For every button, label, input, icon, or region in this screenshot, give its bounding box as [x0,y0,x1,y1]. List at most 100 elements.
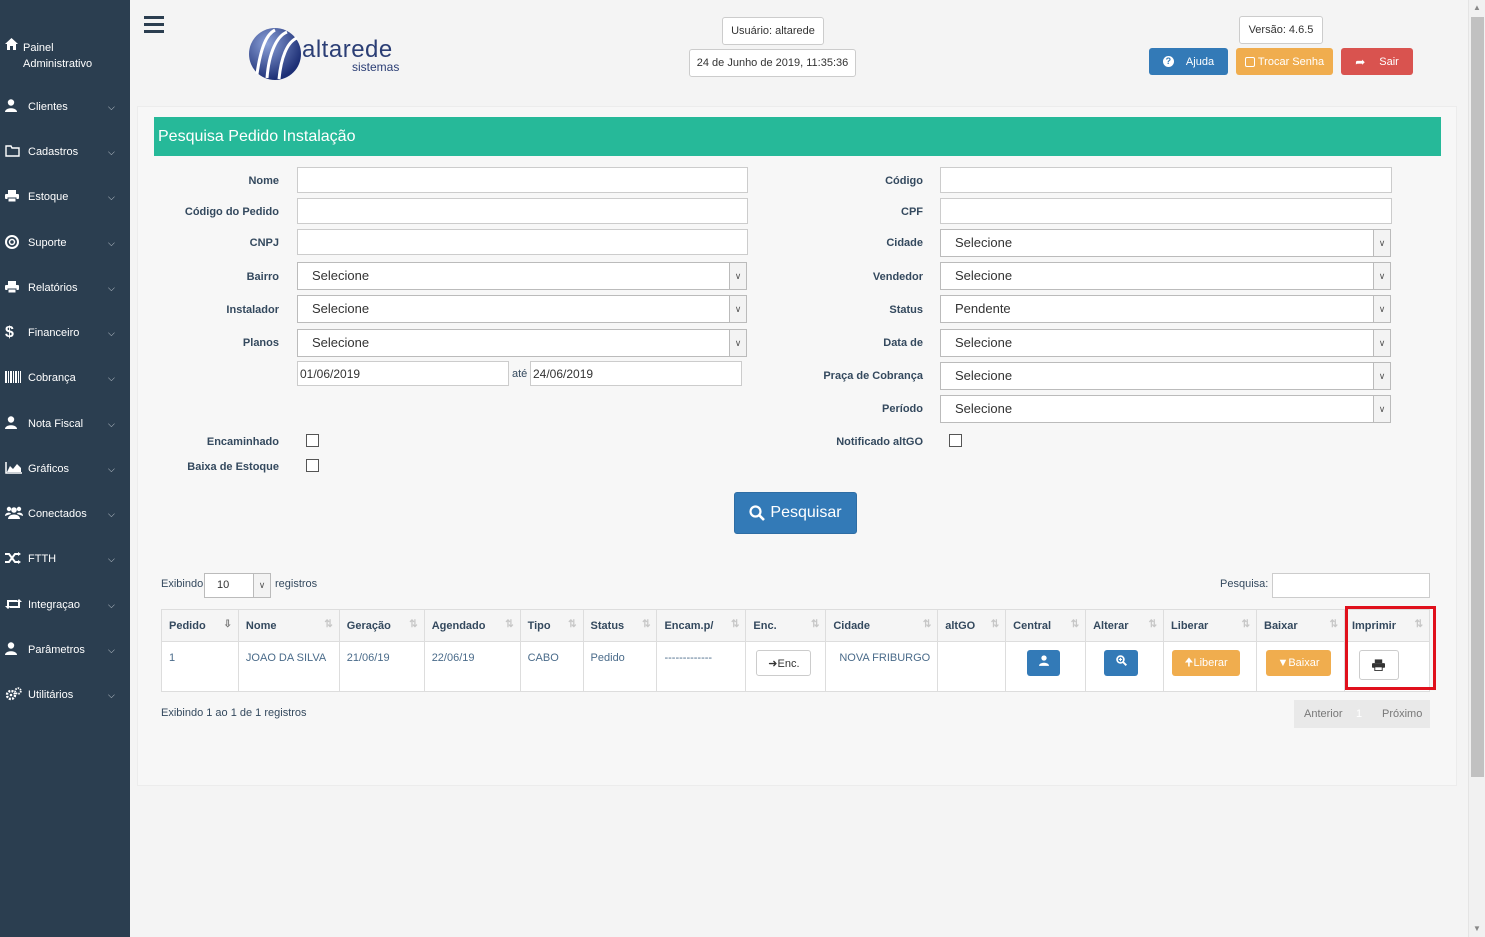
table-search-input[interactable] [1272,573,1430,598]
user-icon [0,99,28,115]
pagination-next[interactable]: Próximo [1382,708,1422,720]
sidebar-item-clientes[interactable]: Clientes ⌵ [0,96,130,118]
codigo-pedido-input[interactable] [297,198,748,224]
chevron-down-icon: ∨ [1373,363,1390,389]
col-status[interactable]: Status ⇅ [582,609,658,642]
help-button[interactable]: ? Ajuda [1149,48,1228,75]
chevron-down-icon: ⌵ [108,191,115,202]
sort-icon[interactable]: ⇅ [1071,619,1079,630]
release-button[interactable]: 🠉Liberar [1172,650,1241,676]
sort-icon[interactable]: ⇅ [568,619,576,630]
sort-icon[interactable]: ⇅ [505,619,513,630]
menu-toggle-icon[interactable] [144,16,164,37]
cidade-select[interactable]: Selecione ∨ [940,229,1391,257]
notificado-checkbox[interactable] [949,434,962,447]
encaminhado-checkbox[interactable] [306,434,319,447]
status-select[interactable]: Pendente ∨ [940,295,1391,323]
instalador-select[interactable]: Selecione ∨ [297,295,747,323]
sort-icon[interactable]: ⇅ [1415,619,1423,630]
forward-button[interactable]: ➜Enc. [756,650,812,676]
chevron-down-icon: ⌵ [108,599,115,610]
sort-asc-icon[interactable]: ⇩ [224,619,232,630]
chevron-down-icon: ⌵ [108,508,115,519]
col-agendado[interactable]: Agendado ⇅ [423,609,521,642]
codigo-input[interactable] [940,167,1392,193]
date-to-input[interactable] [530,361,742,386]
data-de-select[interactable]: Selecione ∨ [940,329,1391,357]
col-liberar[interactable]: Liberar ⇅ [1163,609,1257,642]
release-button-label: Liberar [1193,657,1228,669]
col-pedido[interactable]: Pedido ⇩ [161,609,239,642]
sidebar-item-estoque[interactable]: Estoque ⌵ [0,186,130,208]
nome-input[interactable] [297,167,748,193]
periodo-select[interactable]: Selecione ∨ [940,395,1391,423]
sidebar-item-graficos[interactable]: Gráficos ⌵ [0,458,130,480]
sidebar-item-nota-fiscal[interactable]: Nota Fiscal ⌵ [0,413,130,435]
col-altgo[interactable]: altGO ⇅ [937,609,1007,642]
sidebar-item-label: Administrativo [23,58,93,70]
col-geracao[interactable]: Geração ⇅ [338,609,425,642]
sort-icon[interactable]: ⇅ [1149,619,1157,630]
sidebar-item-integracao[interactable]: Integraçao ⌵ [0,594,130,616]
col-encam[interactable]: Encam.p/⇅ [656,609,747,642]
printer-icon [0,189,28,205]
col-alterar[interactable]: Alterar ⇅ [1085,609,1165,642]
col-cidade[interactable]: Cidade ⇅ [825,609,939,642]
logout-button[interactable]: ➦ Sair [1341,48,1413,75]
sort-icon[interactable]: ⇅ [991,619,999,630]
cell-cidade: NOVA FRIBURGO [825,641,939,692]
page-size-prefix: Exibindo [161,578,204,590]
col-enc[interactable]: Enc. ⇅ [745,609,827,642]
scrollbar-thumb[interactable] [1471,17,1484,777]
vendedor-select[interactable]: Selecione ∨ [940,262,1391,290]
col-central[interactable]: Central ⇅ [1005,609,1087,642]
bairro-select[interactable]: Selecione ∨ [297,262,747,290]
col-tipo[interactable]: Tipo ⇅ [519,609,584,642]
sort-icon[interactable]: ⇅ [642,619,650,630]
baixa-estoque-checkbox[interactable] [306,459,319,472]
chevron-down-icon: ⌵ [108,463,115,474]
sidebar-item-cobranca[interactable]: Cobrança ⌵ [0,367,130,389]
print-button[interactable] [1358,650,1399,680]
cnpj-input[interactable] [297,229,748,255]
scroll-down-icon[interactable]: ▼ [1473,924,1481,933]
edit-zoom-button[interactable] [1104,650,1139,676]
sidebar-item-cadastros[interactable]: Cadastros ⌵ [0,141,130,163]
praca-cobranca-select[interactable]: Selecione ∨ [940,362,1391,390]
central-user-button[interactable] [1027,650,1061,676]
col-baixar[interactable]: Baixar ⇅ [1256,609,1345,642]
sidebar-item-painel[interactable]: Painel Administrativo [5,38,125,72]
col-nome[interactable]: Nome ⇅ [237,609,340,642]
sidebar-item-suporte[interactable]: Suporte ⌵ [0,232,130,254]
page-title: Pesquisa Pedido Instalação [154,117,1441,156]
chevron-down-icon: ⌵ [108,237,115,248]
page-scrollbar[interactable]: ▲ ▼ [1468,0,1485,937]
sort-icon[interactable]: ⇅ [409,619,417,630]
download-button[interactable]: ▼Baixar [1266,650,1331,676]
forward-button-label: Enc. [777,658,800,670]
pagination-previous[interactable]: Anterior [1294,708,1356,720]
col-imprimir[interactable]: Imprimir ⇅ [1343,609,1431,642]
sort-icon[interactable]: ⇅ [923,619,931,630]
sidebar-item-parametros[interactable]: Parâmetros ⌵ [0,639,130,661]
change-password-button[interactable]: Trocar Senha [1236,48,1333,75]
sort-icon[interactable]: ⇅ [811,619,819,630]
page-size-select[interactable]: 10 ∨ [204,573,271,598]
cell-geracao: 21/06/19 [338,641,425,692]
search-button[interactable]: Pesquisar [734,492,857,534]
planos-select[interactable]: Selecione ∨ [297,329,747,357]
sidebar-item-ftth[interactable]: FTTH ⌵ [0,548,130,570]
sidebar-item-utilitarios[interactable]: Utilitários ⌵ [0,684,130,706]
pagination-page-1[interactable]: 1 [1356,708,1382,720]
sidebar-item-relatorios[interactable]: Relatórios ⌵ [0,277,130,299]
cpf-input[interactable] [940,198,1392,224]
date-from-input[interactable] [297,361,509,386]
sidebar-item-financeiro[interactable]: $ Financeiro ⌵ [0,322,130,344]
sort-icon[interactable]: ⇅ [1330,619,1338,630]
sort-icon[interactable]: ⇅ [731,619,739,630]
sidebar-item-conectados[interactable]: Conectados ⌵ [0,503,130,525]
sort-icon[interactable]: ⇅ [324,619,332,630]
chevron-down-icon: ⌵ [108,644,115,655]
sort-icon[interactable]: ⇅ [1242,619,1250,630]
scroll-up-icon[interactable]: ▲ [1473,3,1481,12]
